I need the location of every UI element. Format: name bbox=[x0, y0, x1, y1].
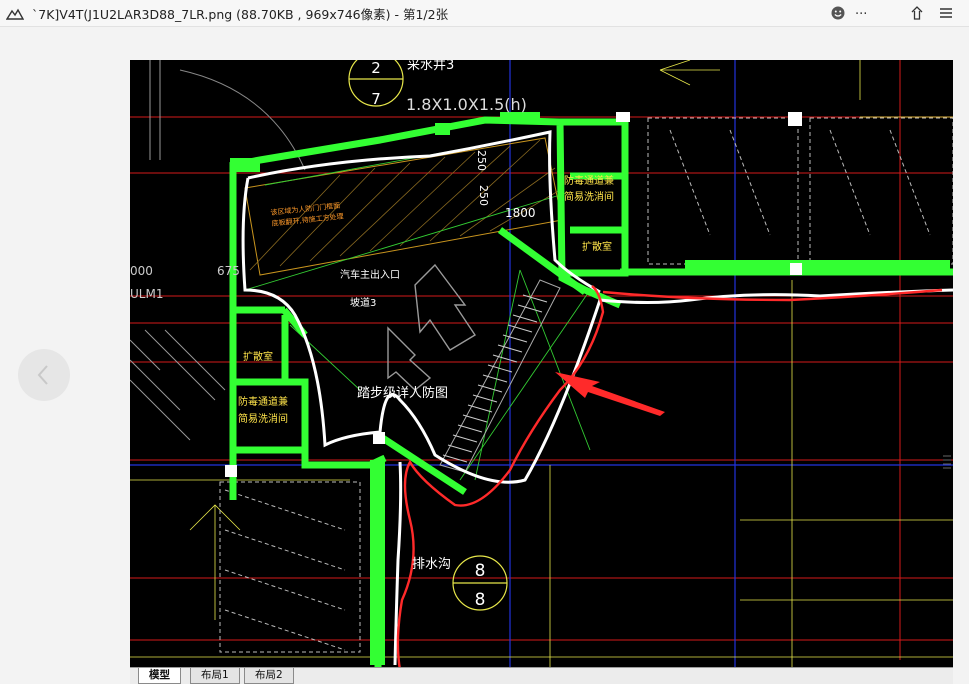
image-viewer-logo-icon bbox=[6, 8, 24, 20]
yellow-lines bbox=[130, 60, 953, 667]
tab-model[interactable]: 模型 bbox=[138, 668, 181, 684]
title-bar: `7K]V4T(J1U2LAR3D88_7LR.png (88.70KB , 9… bbox=[0, 0, 969, 27]
top-bubble: 2 7 bbox=[348, 60, 404, 108]
more-icon: ... bbox=[855, 3, 868, 18]
room-expansion-left-text: 扩散室 bbox=[243, 350, 273, 363]
top-bubble-bottom-text: 7 bbox=[371, 90, 381, 108]
red-arrow-annotation bbox=[555, 372, 665, 416]
room-decon-left: 防毒通道兼 简易洗消间 bbox=[238, 397, 288, 425]
dim-250b-text: 250 bbox=[477, 185, 490, 206]
axis-lines-blue bbox=[130, 60, 953, 667]
dim-250-text: 250 bbox=[475, 150, 488, 171]
dim-1800-text: 1800 bbox=[505, 206, 536, 220]
tab-layout-1[interactable]: 布局1 bbox=[190, 668, 240, 684]
share-button[interactable] bbox=[905, 2, 931, 24]
bottom-bubble: 8 8 bbox=[452, 555, 508, 611]
dim-675-text: 675 bbox=[217, 264, 240, 278]
left-tag-text: ULM1 bbox=[130, 287, 163, 301]
room-decon-left-text: 防毒通道兼 简易洗消间 bbox=[238, 397, 288, 425]
menu-icon bbox=[940, 8, 952, 18]
window-title: `7K]V4T(J1U2LAR3D88_7LR.png (88.70KB , 9… bbox=[32, 7, 449, 22]
menu-button[interactable] bbox=[934, 2, 960, 24]
image-viewer: 2 7 8 8 采水井3 1.8X1.0X1.5(h) 250 250 1800… bbox=[0, 27, 969, 684]
scroll-grip-handle[interactable] bbox=[942, 452, 952, 474]
room-expansion-top-text: 扩散室 bbox=[582, 240, 612, 253]
room-decon-top: 防毒通道兼 简易洗消间 bbox=[564, 176, 614, 203]
orange-note: 该区域为人防门门框面 底板翻开,待施工方处理 bbox=[270, 202, 344, 228]
stair-label-text: 踏步级详人防图 bbox=[357, 385, 448, 401]
cad-image: 2 7 8 8 采水井3 1.8X1.0X1.5(h) 250 250 1800… bbox=[130, 60, 953, 684]
more-button[interactable]: ... bbox=[850, 2, 876, 24]
dimension-top-text: 1.8X1.0X1.5(h) bbox=[406, 95, 527, 114]
top-label-text: 采水井3 bbox=[407, 60, 454, 73]
smiley-icon bbox=[831, 6, 845, 20]
cad-layout-tabs: 模型 布局1 布局2 bbox=[130, 667, 953, 684]
ramp-arrows bbox=[387, 263, 476, 391]
feedback-button[interactable] bbox=[826, 2, 852, 24]
previous-image-button[interactable] bbox=[18, 349, 70, 401]
ramp-label-text: 坡道3 bbox=[350, 296, 376, 309]
top-bubble-top-text: 2 bbox=[371, 60, 381, 77]
bottom-bubble-top-text: 8 bbox=[475, 561, 486, 581]
room-decon-top-text: 防毒通道兼 简易洗消间 bbox=[564, 176, 614, 203]
share-icon bbox=[911, 6, 923, 20]
cad-drawing: 2 7 8 8 采水井3 1.8X1.0X1.5(h) 250 250 1800… bbox=[130, 60, 953, 671]
entrance-label-text: 汽车主出入口 bbox=[340, 268, 400, 281]
tab-layout-2[interactable]: 布局2 bbox=[244, 668, 294, 684]
bottom-bubble-bottom-text: 8 bbox=[475, 590, 486, 610]
drain-label-text: 排水沟 bbox=[412, 557, 451, 572]
left-cut-label-text: 000 bbox=[130, 264, 153, 278]
chevron-left-icon bbox=[37, 365, 48, 385]
grip-icon bbox=[943, 455, 951, 469]
